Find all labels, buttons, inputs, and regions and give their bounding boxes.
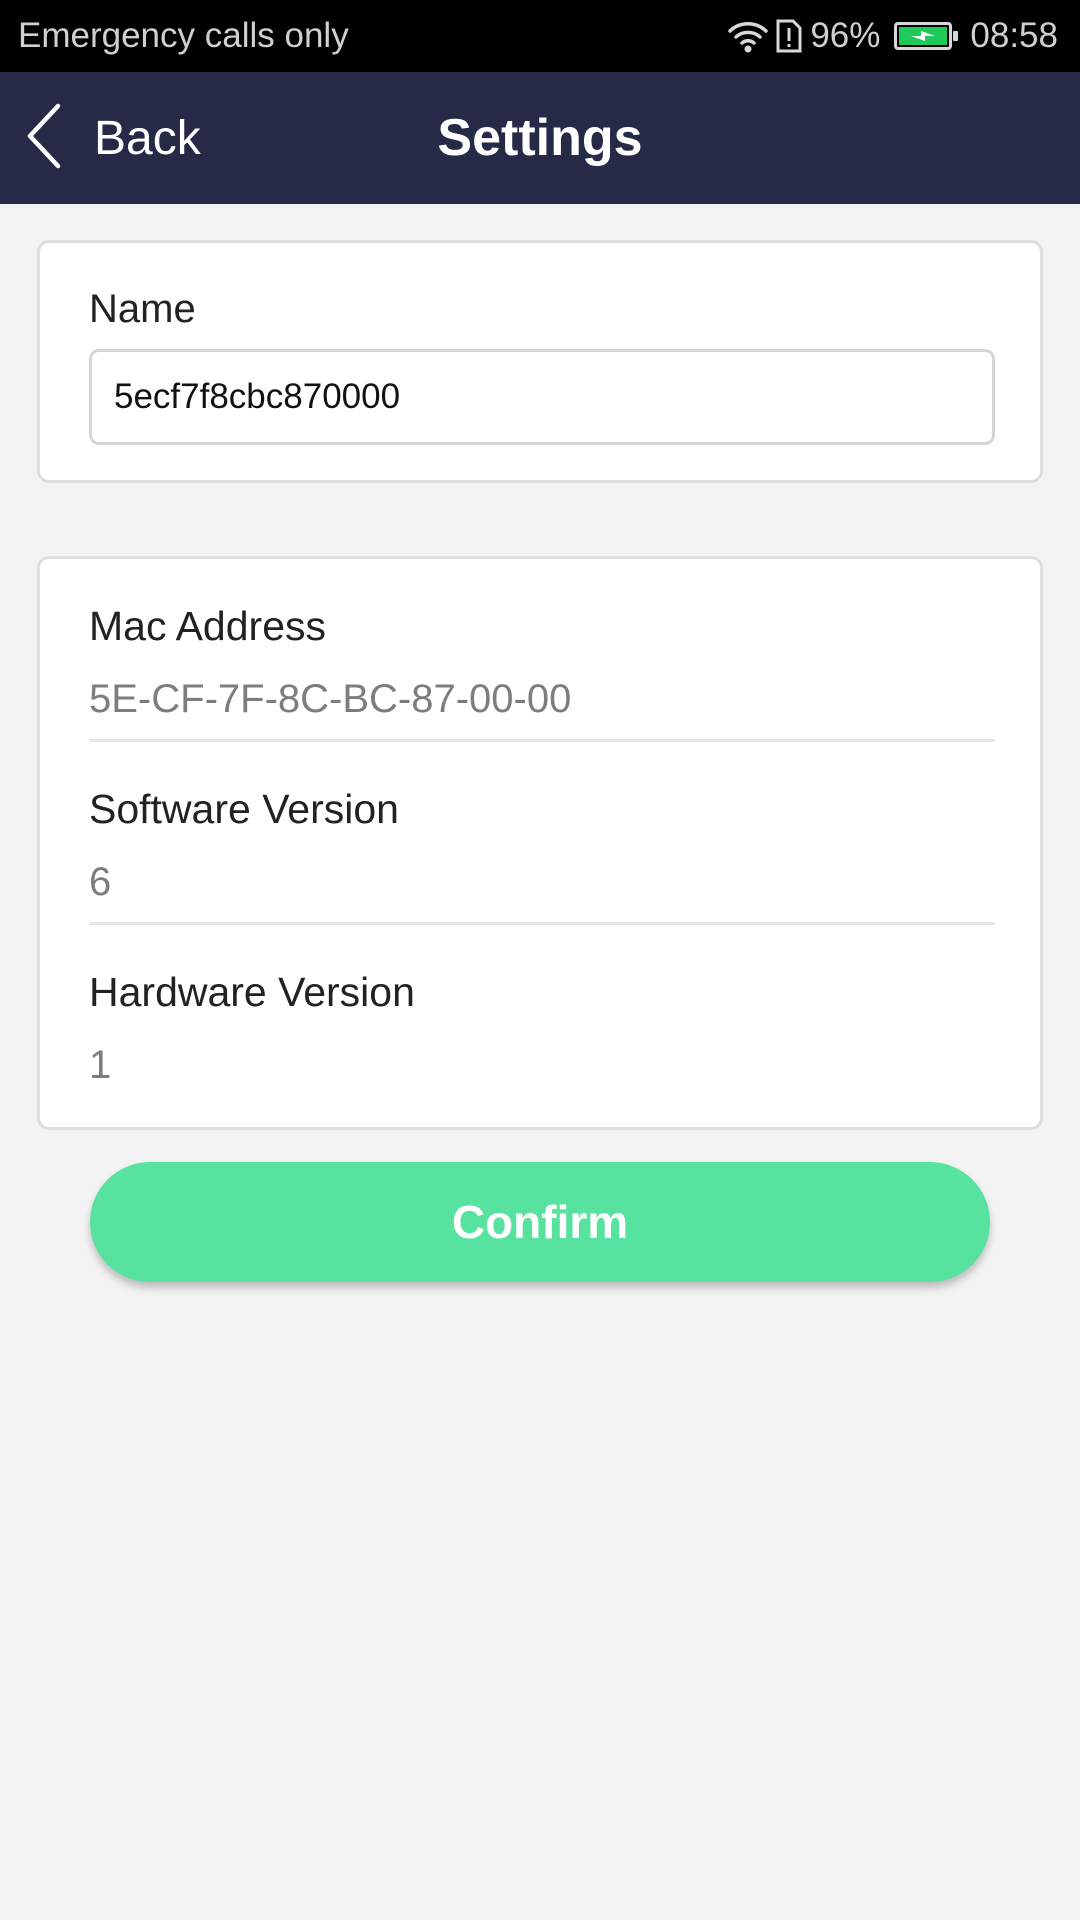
name-label: Name [89,287,196,331]
mac-address-value: 5E-CF-7F-8C-BC-87-00-00 [89,677,572,721]
confirm-button[interactable]: Confirm [90,1162,990,1282]
chevron-left-icon [24,102,64,175]
name-input[interactable] [89,349,995,445]
status-icons: 96% 08:58 [728,16,1058,56]
wifi-icon [728,19,769,53]
carrier-text: Emergency calls only [18,16,349,55]
back-label: Back [94,111,201,165]
hardware-version-value: 1 [89,1043,112,1087]
name-card: Name [37,240,1043,483]
battery-percent: 96% [810,16,881,55]
battery-icon [894,22,959,50]
mac-address-label: Mac Address [89,603,326,649]
mac-address-row: Mac Address 5E-CF-7F-8C-BC-87-00-00 [89,559,995,742]
software-version-value: 6 [89,860,112,904]
status-bar: Emergency calls only 96% 08:58 [0,0,1080,72]
software-version-row: Software Version 6 [89,742,995,925]
device-info-card: Mac Address 5E-CF-7F-8C-BC-87-00-00 Soft… [37,556,1043,1130]
app-header: Back Settings [0,72,1080,204]
back-button[interactable]: Back [24,72,201,204]
clock: 08:58 [970,16,1058,55]
hardware-version-row: Hardware Version 1 [89,925,995,1108]
hardware-version-label: Hardware Version [89,969,415,1015]
sim-alert-icon [776,19,802,53]
software-version-label: Software Version [89,786,399,832]
